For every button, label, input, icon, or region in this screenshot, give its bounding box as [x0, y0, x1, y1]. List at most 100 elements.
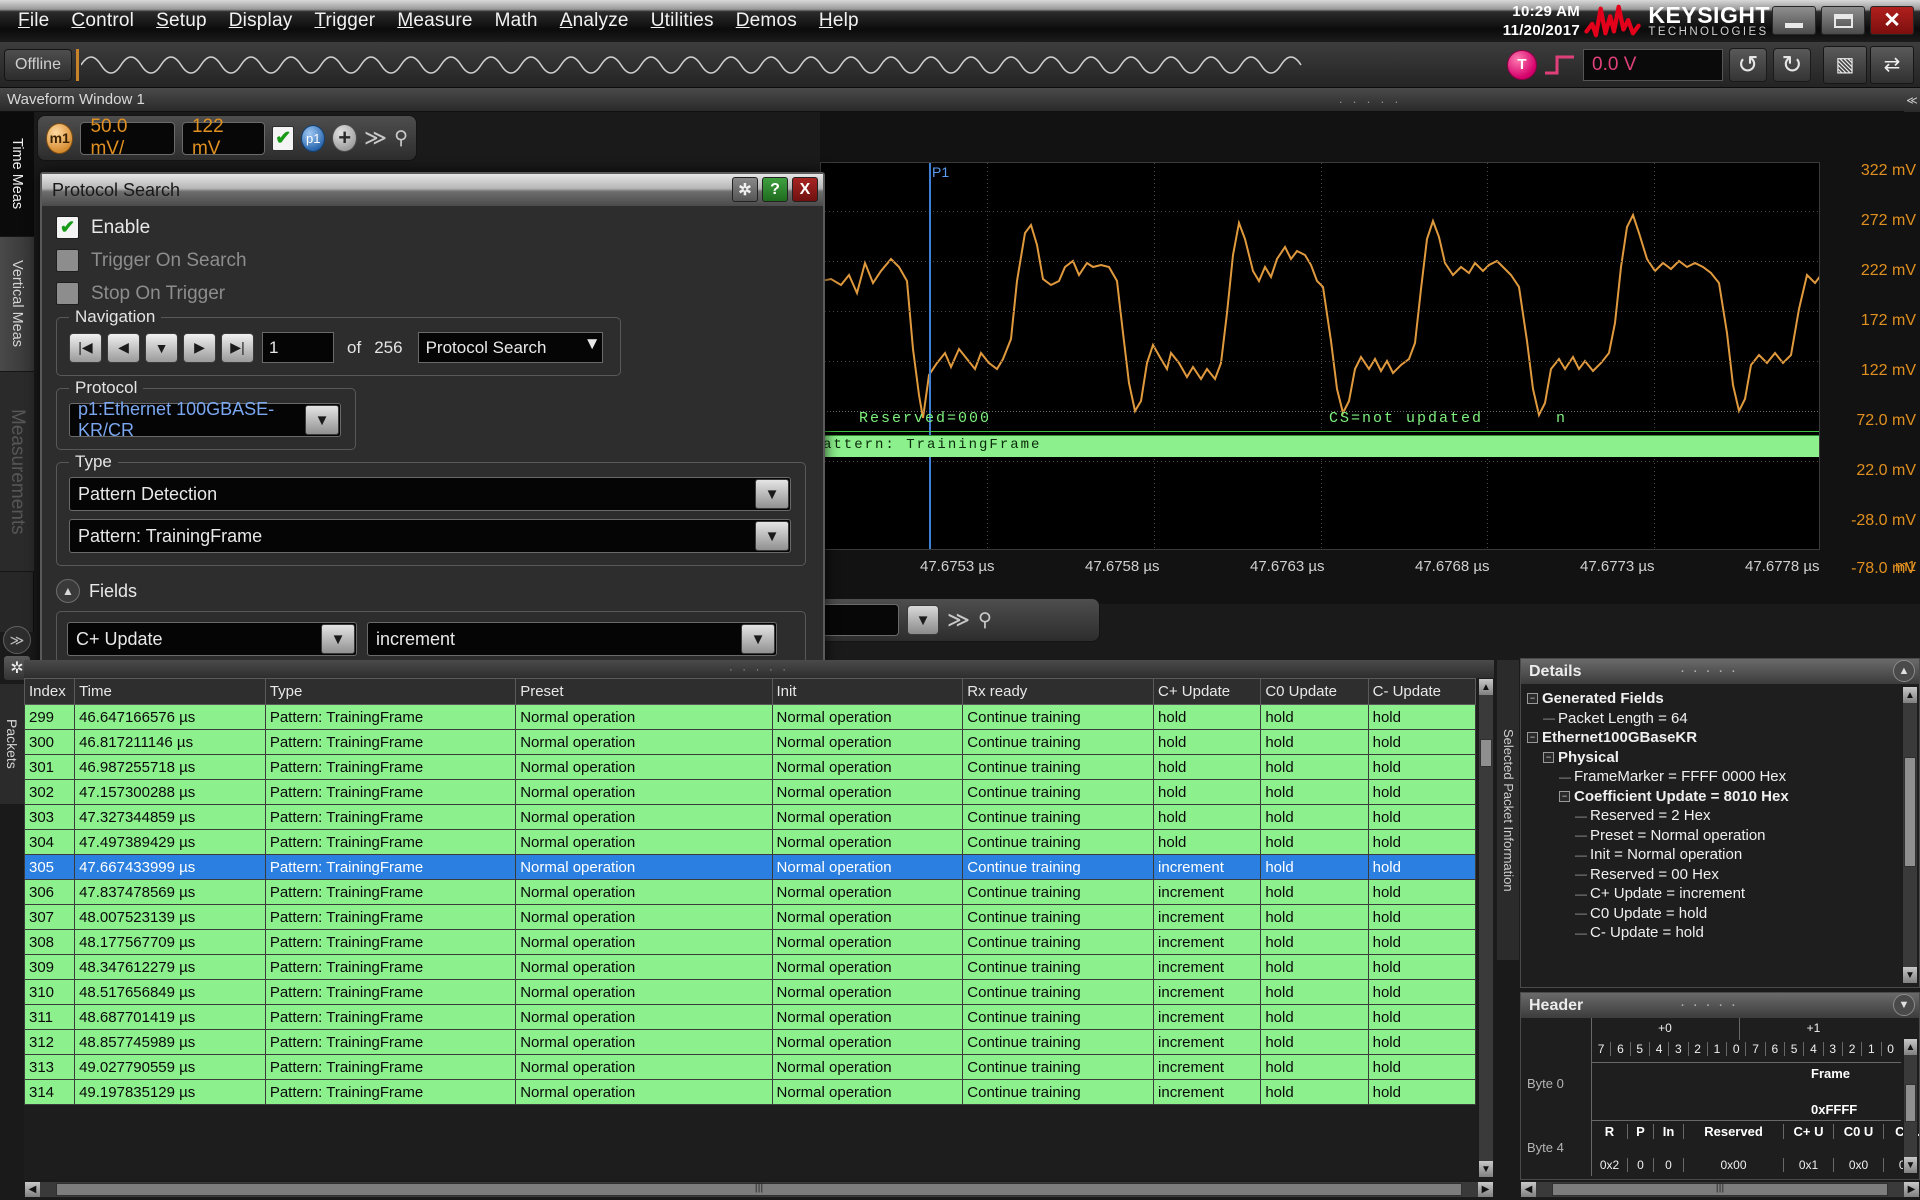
menu-item-utilities[interactable]: Utilities	[641, 7, 724, 35]
menu-item-control[interactable]: Control	[61, 7, 144, 35]
stop-on-trigger-row[interactable]: Stop On Trigger	[56, 282, 809, 305]
scroll-down-icon[interactable]: ▼	[1479, 1161, 1493, 1177]
chevron-up-icon[interactable]: ▲	[56, 579, 80, 603]
table-row[interactable]: 30647.837478569 µsPattern: TrainingFrame…	[25, 880, 1476, 905]
panel-hscroll-right-icon[interactable]: ▶	[1904, 1182, 1919, 1197]
nav-prev-button[interactable]: ◀	[107, 333, 140, 363]
details-tree-node[interactable]: −Physical	[1527, 748, 1914, 768]
table-row[interactable]: 30447.497389429 µsPattern: TrainingFrame…	[25, 830, 1476, 855]
details-tree-node[interactable]: —C+ Update = increment	[1527, 884, 1914, 904]
table-row[interactable]: 30046.817211146 µsPattern: TrainingFrame…	[25, 730, 1476, 755]
dialog-close-icon[interactable]: X	[792, 177, 818, 202]
col-time[interactable]: Time	[75, 679, 266, 705]
nav-next-button[interactable]: ▶	[183, 333, 216, 363]
panel-hscroll-left-icon[interactable]: ◀	[1521, 1182, 1536, 1197]
table-row[interactable]: 31248.857745989 µsPattern: TrainingFrame…	[25, 1030, 1476, 1055]
details-tree-node[interactable]: —C0 Update = hold	[1527, 904, 1914, 924]
details-tree-node[interactable]: —Init = Normal operation	[1527, 845, 1914, 865]
quickbar-pin-icon[interactable]: ⚲	[978, 609, 992, 632]
details-scrollbar[interactable]: ▲ ▼	[1902, 686, 1918, 984]
details-tree-node[interactable]: −Generated Fields	[1527, 689, 1914, 709]
details-tree-node[interactable]: −Coefficient Update = 8010 Hex	[1527, 787, 1914, 807]
table-row[interactable]: 30547.667433999 µsPattern: TrainingFrame…	[25, 855, 1476, 880]
table-vertical-scrollbar[interactable]: ▲ ▼	[1478, 678, 1494, 1178]
fields-toggle[interactable]: ▲ Fields	[56, 579, 809, 603]
sidebar-item-vertical-meas[interactable]: Vertical Meas	[0, 237, 34, 372]
channel-offset-field[interactable]: 122 mV	[182, 122, 265, 155]
protocol-dropdown-icon[interactable]: ▼	[305, 405, 339, 435]
maximize-restore-button[interactable]	[1821, 6, 1865, 35]
field-select-0-dropdown-icon[interactable]: ▼	[321, 624, 355, 654]
panel-horizontal-scrollbar[interactable]: ◀ ▶	[1520, 1181, 1920, 1198]
menu-item-display[interactable]: Display	[219, 7, 303, 35]
tree-collapse-icon[interactable]: −	[1527, 693, 1538, 704]
hscroll-right-icon[interactable]: ▶	[1478, 1182, 1493, 1197]
trigger-on-search-row[interactable]: Trigger On Search	[56, 249, 809, 272]
table-row[interactable]: 31148.687701419 µsPattern: TrainingFrame…	[25, 1005, 1476, 1030]
redo-button[interactable]: ↻	[1773, 48, 1811, 82]
probe-badge-p1[interactable]: p1	[301, 125, 325, 152]
table-row[interactable]: 30247.157300288 µsPattern: TrainingFrame…	[25, 780, 1476, 805]
header-scroll-down-icon[interactable]: ▼	[1904, 1157, 1917, 1173]
menu-item-trigger[interactable]: Trigger	[304, 7, 385, 35]
quickbar-more-icon[interactable]: ≫	[947, 607, 970, 633]
table-row[interactable]: 30748.007523139 µsPattern: TrainingFrame…	[25, 905, 1476, 930]
p1-cursor-marker[interactable]	[929, 163, 931, 549]
menu-item-help[interactable]: Help	[809, 7, 869, 35]
field-value-0[interactable]: increment ▼	[367, 622, 777, 656]
table-row[interactable]: 30848.177567709 µsPattern: TrainingFrame…	[25, 930, 1476, 955]
details-tree[interactable]: −Generated Fields—Packet Length = 64−Eth…	[1521, 684, 1919, 943]
details-tree-node[interactable]: —Preset = Normal operation	[1527, 826, 1914, 846]
table-row[interactable]: 31048.517656849 µsPattern: TrainingFrame…	[25, 980, 1476, 1005]
enable-checkbox[interactable]: ✔	[56, 216, 79, 239]
channel-scale-field[interactable]: 50.0 mV/	[80, 122, 175, 155]
table-row[interactable]: 31349.027790559 µsPattern: TrainingFrame…	[25, 1055, 1476, 1080]
dialog-help-icon[interactable]: ?	[762, 177, 788, 202]
nav-mode-select[interactable]: Protocol Search ▼	[418, 332, 603, 363]
col-index[interactable]: Index	[25, 679, 75, 705]
header-collapse-icon[interactable]: ▼	[1893, 994, 1915, 1016]
tree-collapse-icon[interactable]: −	[1543, 752, 1554, 763]
sidebar-expand-icon[interactable]: ≫	[3, 626, 31, 654]
trigger-level-value[interactable]: 0.0 V	[1583, 49, 1723, 81]
enable-row[interactable]: ✔ Enable	[56, 216, 809, 239]
table-row[interactable]: 30146.987255718 µsPattern: TrainingFrame…	[25, 755, 1476, 780]
tree-collapse-icon[interactable]: −	[1559, 791, 1570, 802]
nav-index-input[interactable]: 1	[262, 332, 334, 363]
close-window-button[interactable]: ✕	[1870, 6, 1914, 35]
pin-icon[interactable]: ⚲	[394, 127, 408, 150]
field-value-0-dropdown-icon[interactable]: ▼	[741, 624, 775, 654]
menu-item-demos[interactable]: Demos	[726, 7, 807, 35]
sidebar-item-time-meas[interactable]: Time Meas	[0, 112, 34, 237]
header-scroll-up-icon[interactable]: ▲	[1904, 1039, 1917, 1055]
menu-item-math[interactable]: Math	[485, 7, 548, 35]
quickbar-dropdown-icon[interactable]: ▼	[907, 605, 939, 635]
trigger-badge-icon[interactable]: T	[1507, 50, 1537, 80]
tree-collapse-icon[interactable]: −	[1527, 732, 1538, 743]
autoscale-icon[interactable]: ⇄	[1870, 46, 1914, 84]
header-scroll-thumb[interactable]	[1905, 1084, 1916, 1122]
undo-button[interactable]: ↺	[1729, 48, 1767, 82]
col-type[interactable]: Type	[265, 679, 515, 705]
channel-badge-m1[interactable]: m1	[46, 123, 73, 154]
minimize-button[interactable]	[1772, 6, 1816, 35]
trigger-on-search-checkbox[interactable]	[56, 249, 79, 272]
menu-item-measure[interactable]: Measure	[387, 7, 482, 35]
table-row[interactable]: 30948.347612279 µsPattern: TrainingFrame…	[25, 955, 1476, 980]
nav-mode-dropdown-icon[interactable]: ▼	[584, 334, 601, 354]
menu-item-file[interactable]: File	[8, 7, 59, 35]
details-tree-node[interactable]: —C- Update = hold	[1527, 923, 1914, 943]
packet-table-scroll[interactable]: Index Time Type Preset Init Rx ready C+ …	[24, 678, 1476, 1178]
scroll-thumb[interactable]	[1480, 739, 1492, 767]
nav-last-button[interactable]: ▶|	[221, 333, 254, 363]
waveform-graticule[interactable]: P1 Reserved=000 CS=not updated n attern:…	[820, 162, 1820, 550]
details-scroll-thumb[interactable]	[1904, 757, 1916, 867]
details-tree-node[interactable]: —Reserved = 00 Hex	[1527, 865, 1914, 885]
header-bit-grid[interactable]: Byte 0 Byte 4 +0 +1 7654321076543210 Fra…	[1521, 1018, 1919, 1178]
offline-status-button[interactable]: Offline	[4, 49, 72, 81]
details-tree-node[interactable]: —Reserved = 2 Hex	[1527, 806, 1914, 826]
hscroll-left-icon[interactable]: ◀	[25, 1182, 40, 1197]
table-row[interactable]: 30347.327344859 µsPattern: TrainingFrame…	[25, 805, 1476, 830]
sidebar-item-measurements[interactable]: Measurements	[0, 372, 34, 572]
protocol-select[interactable]: p1:Ethernet 100GBASE-KR/CR ▼	[69, 403, 341, 437]
